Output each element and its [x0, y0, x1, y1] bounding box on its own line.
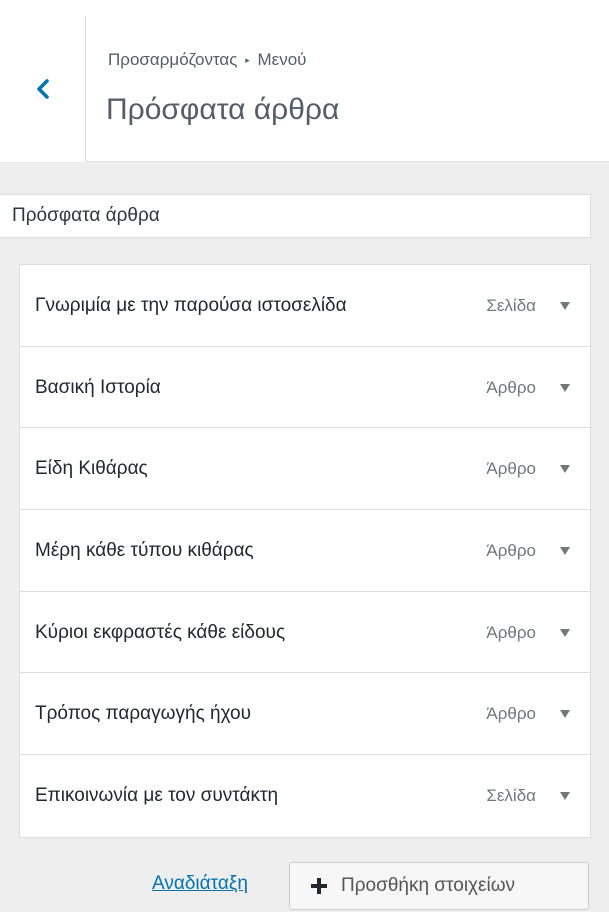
triangle-down-icon [560, 547, 570, 556]
menu-item-type: Άρθρο [486, 704, 536, 724]
menu-item-toggle[interactable] [550, 699, 580, 729]
menu-item-toggle[interactable] [550, 536, 580, 566]
menu-item[interactable]: Επικοινωνία με τον συντάκτη Σελίδα [20, 755, 590, 837]
menu-item-toggle[interactable] [550, 373, 580, 403]
menu-item-type: Άρθρο [486, 541, 536, 561]
menu-item-toggle[interactable] [550, 454, 580, 484]
menu-item-label: Είδη Κιθάρας [35, 458, 148, 480]
menu-item-label: Γνωριμία με την παρούσα ιστοσελίδα [35, 295, 347, 316]
menu-item-type: Άρθρο [486, 622, 536, 642]
menu-item[interactable]: Είδη Κιθάρας Άρθρο [20, 428, 590, 511]
menu-item-toggle[interactable] [550, 618, 580, 648]
menu-item-label: Επικοινωνία με τον συντάκτη [35, 785, 279, 807]
plus-icon [311, 878, 327, 894]
menu-item-type: Σελίδα [486, 786, 536, 806]
menu-item-label: Μέρη κάθε τύπου κιθάρας [35, 540, 254, 562]
menu-item[interactable]: Γνωριμία με την παρούσα ιστοσελίδα Σελίδ… [20, 265, 590, 347]
breadcrumb-parent: Προσαρμόζοντας [108, 50, 238, 69]
reorder-link[interactable]: Αναδιάταξη [152, 873, 248, 895]
menu-item-type: Σελίδα [486, 296, 536, 315]
breadcrumb-separator: ▸ [245, 55, 250, 65]
triangle-down-icon [560, 383, 570, 392]
menu-item[interactable]: Μέρη κάθε τύπου κιθάρας Άρθρο [20, 510, 590, 592]
triangle-down-icon [560, 302, 570, 310]
menu-item-type: Άρθρο [486, 459, 536, 479]
menu-item-label: Βασική Ιστορία [35, 376, 161, 398]
menu-item-toggle[interactable] [550, 291, 580, 321]
top-strip [0, 0, 609, 16]
back-button[interactable] [0, 16, 86, 162]
add-items-button[interactable]: Προσθήκη στοιχείων [289, 862, 589, 910]
menu-item-label: Κύριοι εκφραστές κάθε είδους [35, 621, 286, 643]
triangle-down-icon [560, 465, 570, 474]
chevron-left-icon [36, 79, 49, 99]
triangle-down-icon [560, 792, 570, 801]
triangle-down-icon [560, 710, 570, 719]
breadcrumb: Προσαρμόζοντας ▸ Μενού [108, 50, 306, 70]
menu-items-list: Γνωριμία με την παρούσα ιστοσελίδα Σελίδ… [19, 264, 591, 838]
menu-item[interactable]: Κύριοι εκφραστές κάθε είδους Άρθρο [20, 592, 590, 674]
breadcrumb-current: Μενού [257, 50, 307, 69]
menu-name-input[interactable] [0, 194, 591, 238]
panel-header: Προσαρμόζοντας ▸ Μενού Πρόσφατα άρθρα [0, 16, 609, 162]
page-title: Πρόσφατα άρθρα [106, 93, 340, 126]
menu-item-toggle[interactable] [550, 781, 580, 811]
menu-item[interactable]: Βασική Ιστορία Άρθρο [20, 347, 590, 429]
menu-item-label: Τρόπος παραγωγής ήχου [35, 703, 251, 725]
triangle-down-icon [560, 628, 570, 637]
menu-item-type: Άρθρο [486, 377, 536, 397]
add-items-label: Προσθήκη στοιχείων [341, 875, 516, 896]
menu-item[interactable]: Τρόπος παραγωγής ήχου Άρθρο [20, 673, 590, 756]
